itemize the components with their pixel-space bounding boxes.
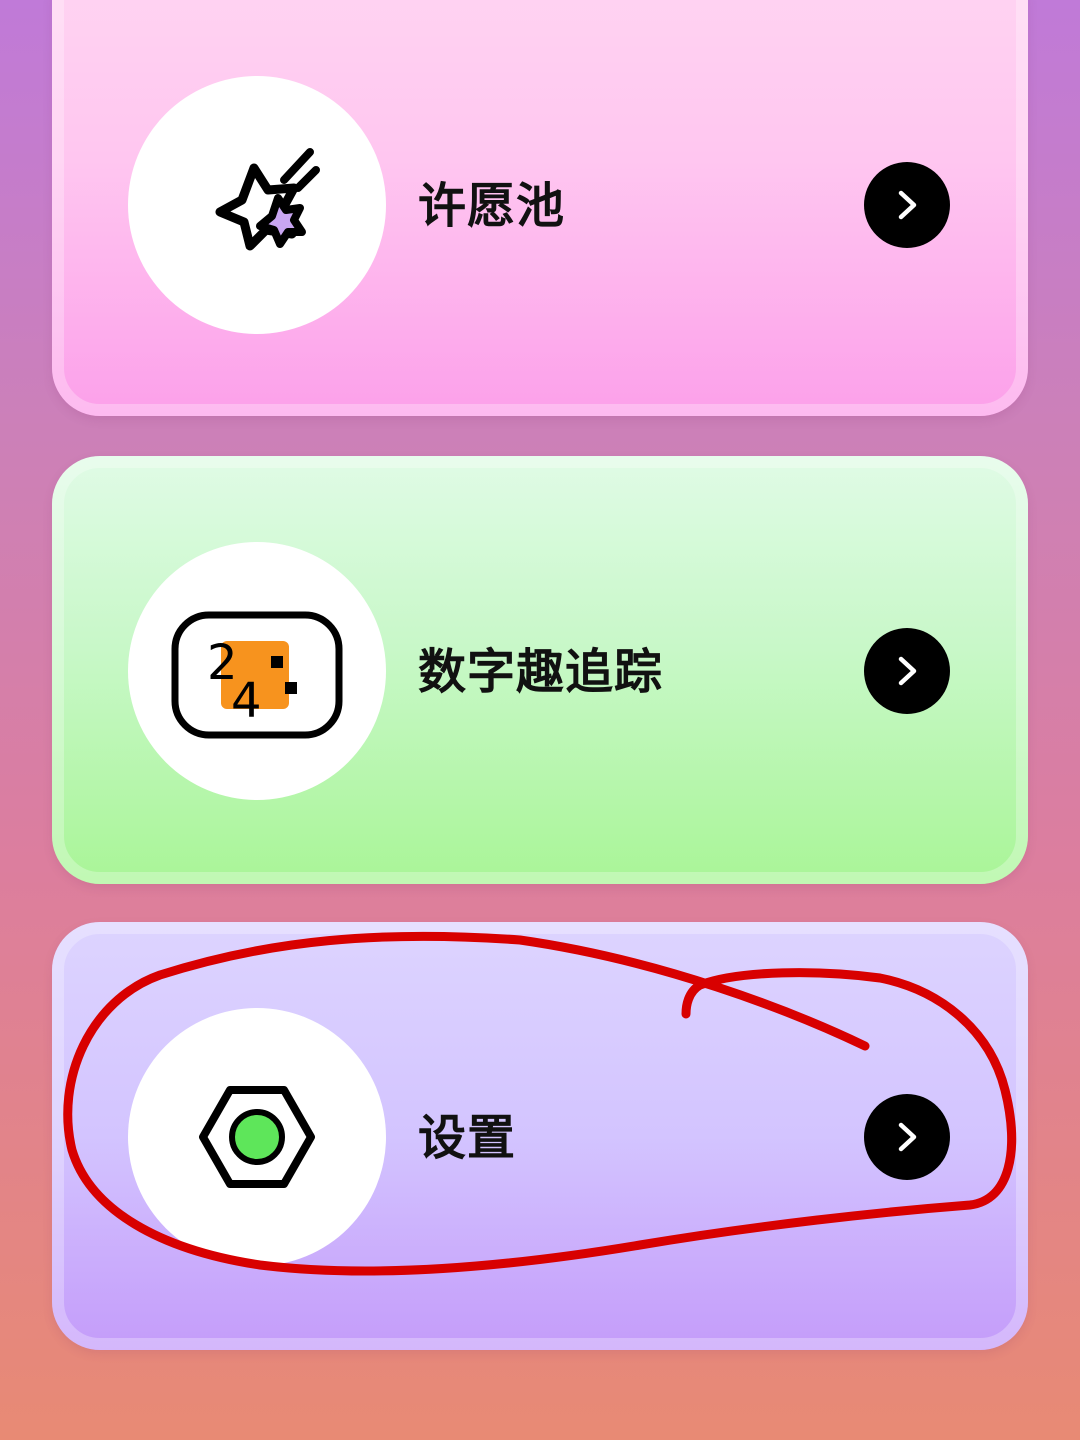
wish-pool-icon-circle <box>128 76 386 334</box>
settings-arrow-button[interactable] <box>864 1094 950 1180</box>
number-tracker-arrow-button[interactable] <box>864 628 950 714</box>
number-tracker-card[interactable]: 2 4 数字趣追踪 <box>52 456 1028 884</box>
number-tracker-label: 数字趣追踪 <box>418 644 664 700</box>
hex-nut-settings-icon <box>199 1086 315 1188</box>
wish-pool-card[interactable]: 许愿池 <box>52 0 1028 416</box>
chevron-right-icon <box>898 656 917 686</box>
shooting-star-icon <box>215 148 320 251</box>
chevron-right-icon <box>898 1122 917 1152</box>
settings-icon-circle <box>128 1008 386 1266</box>
wish-pool-arrow-button[interactable] <box>864 162 950 248</box>
settings-label: 设置 <box>418 1110 517 1166</box>
wish-pool-label: 许愿池 <box>418 178 566 234</box>
number-tracker-digit-4: 4 <box>231 673 262 729</box>
number-tracker-icon: 2 4 <box>171 611 343 739</box>
settings-card[interactable]: 设置 <box>52 922 1028 1350</box>
chevron-right-icon <box>898 190 917 220</box>
number-tracker-icon-circle: 2 4 <box>128 542 386 800</box>
